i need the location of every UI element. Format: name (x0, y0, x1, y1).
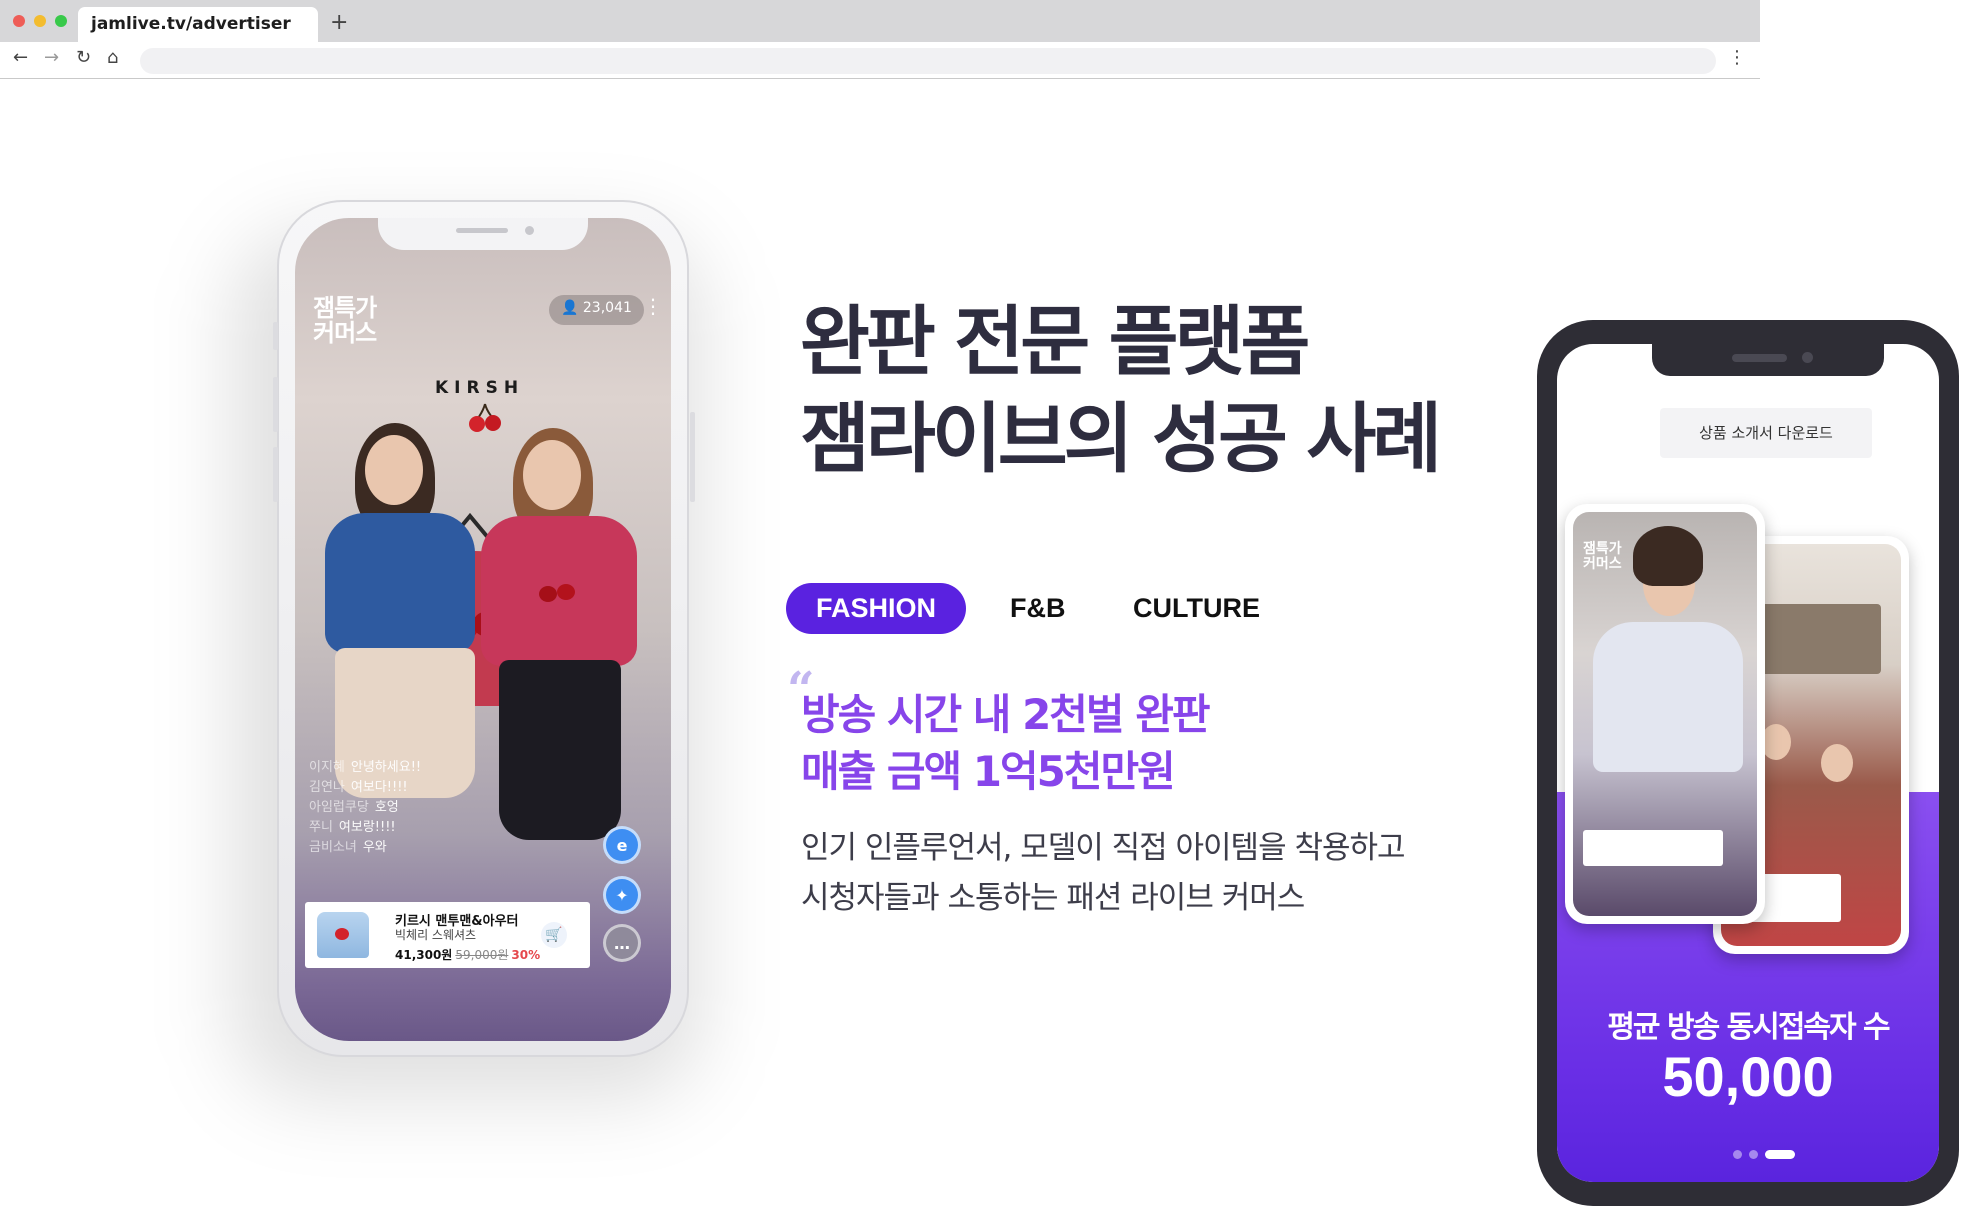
minimize-window-button[interactable] (34, 15, 46, 27)
brand-logo: 잼특가 커머스 (313, 294, 377, 347)
stat-value: 50,000 (1662, 1045, 1834, 1108)
home-icon[interactable]: ⌂ (107, 47, 118, 68)
phone-side-button (273, 322, 278, 350)
address-bar[interactable] (140, 48, 1716, 74)
chat-message: 아임럽쿠당 호엉 (309, 800, 399, 815)
live-stream-screen: 잼특가 커머스 👤 23,041 ⋮ KIRSH 이지혜 안녕하세요!! 김연나… (295, 218, 671, 1041)
browser-tab[interactable]: jamlive.tv/advertiser (78, 7, 318, 42)
mini-phone-screenshot: 잼특가 커머스 (1565, 504, 1765, 924)
case-description: 인기 인플루언서, 모델이 직접 아이템을 착용하고 시청자들과 소통하는 패션… (801, 823, 1406, 923)
product-price-row: 41,300원 59,000원 30% (395, 946, 540, 963)
viewer-count: 23,041 (582, 300, 632, 316)
highlight-line-1: 방송 시간 내 2천벌 완판 (801, 690, 1210, 739)
stat-label: 평균 방송 동시접속자 수 (1607, 1010, 1890, 1045)
phone-side-button (690, 412, 695, 502)
product-discount: 30% (511, 948, 541, 962)
description-line-2: 시청자들과 소통하는 패션 라이브 커머스 (801, 880, 1305, 916)
chat-message: 금비소녀 우와 (309, 840, 387, 855)
chat-message: 김연나 여보다!!!! (309, 780, 408, 795)
chat-message: 쭈니 여보랑!!!! (309, 820, 396, 835)
pager-dot-active[interactable] (1765, 1150, 1795, 1159)
maximize-window-button[interactable] (55, 15, 67, 27)
nav-bar: ← → ↻ ⌂ ⋮ (0, 42, 1760, 79)
product-original-price: 59,000원 (455, 948, 509, 962)
left-phone-mockup: 잼특가 커머스 👤 23,041 ⋮ KIRSH 이지혜 안녕하세요!! 김연나… (273, 200, 695, 1057)
pager-dot[interactable] (1733, 1150, 1742, 1159)
tab-fashion[interactable]: FASHION (786, 583, 966, 634)
description-line-1: 인기 인플루언서, 모델이 직접 아이템을 착용하고 (801, 830, 1406, 866)
product-card[interactable]: 키르시 맨투맨&아우터 빅체리 스웨셔츠 41,300원 59,000원 30% 🛒 (305, 902, 590, 968)
page-headline: 완판 전문 플랫폼 잼라이브의 성공 사례 (800, 293, 1442, 487)
cart-icon[interactable]: 🛒 (541, 922, 567, 948)
viewer-count-badge: 👤 23,041 (549, 295, 644, 325)
live-chat: 이지혜 안녕하세요!! 김연나 여보다!!!! 아임럽쿠당 호엉 쭈니 여보랑!!!! … (309, 758, 479, 858)
coupon-tag-icon[interactable]: ✦ (603, 876, 641, 914)
phone-notch (1652, 344, 1884, 376)
product-thumbnail (317, 912, 369, 958)
product-subtitle: 빅체리 스웨셔츠 (395, 928, 477, 942)
chat-bubble-icon[interactable]: … (603, 924, 641, 962)
right-phone-screen: 상품 소개서 다운로드 잼특가 커머스 평균 방송 동시접속자 수 50,000 (1557, 344, 1939, 1182)
phone-notch (378, 218, 588, 250)
more-icon[interactable]: ⋮ (643, 294, 663, 318)
phone-side-button (273, 377, 278, 432)
close-window-button[interactable] (13, 15, 25, 27)
highlight-line-2: 매출 금액 1억5천만원 (801, 747, 1176, 796)
new-tab-button[interactable]: + (330, 10, 348, 35)
download-brochure-button[interactable]: 상품 소개서 다운로드 (1660, 408, 1872, 458)
pager-dot[interactable] (1749, 1150, 1758, 1159)
reload-icon[interactable]: ↻ (76, 47, 91, 68)
headline-line-1: 완판 전문 플랫폼 (800, 297, 1310, 386)
menu-icon[interactable]: ⋮ (1728, 47, 1746, 68)
case-highlight: 방송 시간 내 2천벌 완판 매출 금액 1억5천만원 (801, 686, 1210, 800)
right-phone-mockup: 상품 소개서 다운로드 잼특가 커머스 평균 방송 동시접속자 수 50,000 (1537, 320, 1959, 1206)
user-icon: 👤 (561, 300, 579, 316)
back-icon[interactable]: ← (13, 47, 28, 68)
browser-chrome: jamlive.tv/advertiser + ← → ↻ ⌂ ⋮ (0, 0, 1760, 79)
tab-fnb[interactable]: F&B (1010, 583, 1066, 634)
brand-name: KIRSH (435, 378, 525, 398)
forward-icon[interactable]: → (44, 47, 59, 68)
chat-message: 이지혜 안녕하세요!! (309, 760, 422, 775)
phone-side-button (273, 447, 278, 502)
event-icon[interactable]: e (603, 826, 641, 864)
headline-line-2: 잼라이브의 성공 사례 (800, 394, 1442, 483)
tab-strip: jamlive.tv/advertiser + (0, 0, 1760, 42)
tab-culture[interactable]: CULTURE (1133, 583, 1260, 634)
product-price: 41,300원 (395, 948, 453, 962)
